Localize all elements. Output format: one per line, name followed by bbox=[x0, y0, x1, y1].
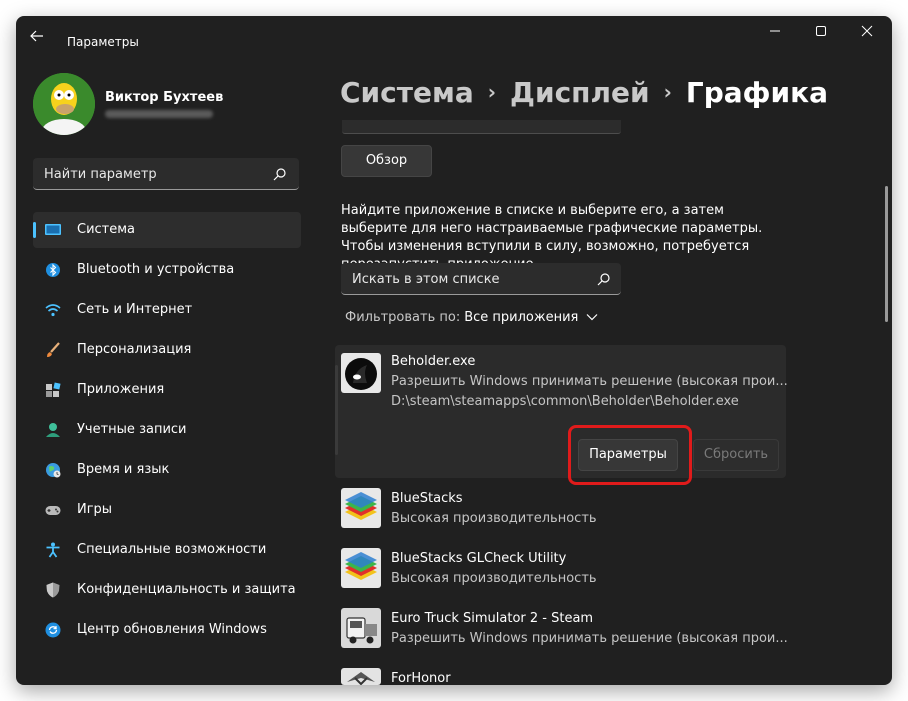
app-name: ForHonor bbox=[391, 671, 451, 685]
filter-label: Фильтровать по: bbox=[345, 310, 461, 325]
settings-search-input[interactable]: Найти параметр bbox=[33, 158, 299, 190]
search-icon[interactable] bbox=[597, 271, 611, 286]
app-list-search-placeholder: Искать в этом списке bbox=[352, 272, 500, 287]
reset-button: Сбросить bbox=[693, 439, 779, 471]
app-name: Euro Truck Simulator 2 - Steam bbox=[391, 611, 594, 626]
sidebar-item-windows-update[interactable]: Центр обновления Windows bbox=[33, 612, 301, 648]
app-preference: Разрешить Windows принимать решение (выс… bbox=[391, 631, 788, 646]
bluetooth-icon bbox=[45, 262, 61, 278]
apps-icon bbox=[45, 382, 61, 398]
browse-button[interactable]: Обзор bbox=[341, 145, 432, 177]
sidebar-item-label: Персонализация bbox=[77, 342, 192, 357]
sidebar-item-accounts[interactable]: Учетные записи bbox=[33, 412, 301, 448]
sidebar-item-label: Учетные записи bbox=[77, 422, 187, 437]
app-name: BlueStacks GLCheck Utility bbox=[391, 551, 567, 566]
globe-icon bbox=[45, 462, 61, 478]
breadcrumb-display[interactable]: Дисплей bbox=[510, 76, 650, 109]
avatar[interactable] bbox=[33, 73, 95, 135]
maximize-button[interactable] bbox=[806, 24, 836, 44]
filter-value[interactable]: Все приложения bbox=[464, 310, 578, 325]
sidebar-item-network[interactable]: Сеть и Интернет bbox=[33, 292, 301, 328]
main-scrollbar[interactable] bbox=[885, 186, 888, 322]
app-list-search-input[interactable]: Искать в этом списке bbox=[341, 263, 621, 295]
gamepad-icon bbox=[45, 502, 61, 518]
title-bar: Параметры bbox=[16, 16, 892, 52]
sidebar-item-label: Сеть и Интернет bbox=[77, 302, 193, 317]
euro-truck-app-icon bbox=[341, 608, 381, 648]
sidebar-item-label: Игры bbox=[77, 502, 113, 517]
sidebar-item-personalization[interactable]: Персонализация bbox=[33, 332, 301, 368]
minimize-button[interactable] bbox=[760, 24, 790, 44]
active-indicator bbox=[33, 222, 36, 238]
settings-search-placeholder: Найти параметр bbox=[44, 167, 157, 182]
user-email-redacted bbox=[105, 110, 213, 118]
back-arrow-icon[interactable] bbox=[30, 30, 50, 44]
app-preference: Разрешить Windows принимать решение (выс… bbox=[391, 374, 788, 389]
app-name: BlueStacks bbox=[391, 491, 463, 506]
forhonor-app-icon bbox=[341, 668, 381, 685]
bluestacks-app-icon bbox=[341, 488, 381, 528]
filter-dropdown[interactable]: Фильтровать по: Все приложения bbox=[345, 310, 598, 325]
chevron-down-icon[interactable] bbox=[586, 310, 598, 321]
sidebar-item-label: Центр обновления Windows bbox=[77, 622, 267, 637]
sidebar-item-label: Bluetooth и устройства bbox=[77, 262, 235, 277]
sidebar-item-apps[interactable]: Приложения bbox=[33, 372, 301, 408]
sidebar-item-gaming[interactable]: Игры bbox=[33, 492, 301, 528]
update-icon bbox=[45, 622, 61, 638]
settings-window: Параметры Виктор Бухтеев Найти параметр bbox=[16, 16, 892, 685]
breadcrumb-system[interactable]: Система bbox=[340, 76, 474, 109]
card-scroll-indicator bbox=[335, 365, 338, 455]
sidebar-item-bluetooth[interactable]: Bluetooth и устройства bbox=[33, 252, 301, 288]
accessibility-icon bbox=[45, 542, 61, 558]
app-path: D:\steam\steamapps\common\Beholder\Behol… bbox=[391, 394, 739, 409]
close-button[interactable] bbox=[852, 24, 882, 44]
brush-icon bbox=[45, 342, 61, 358]
display-icon bbox=[45, 222, 61, 238]
search-icon[interactable] bbox=[273, 166, 287, 181]
app-title: Параметры bbox=[67, 35, 139, 49]
wifi-icon bbox=[45, 302, 61, 318]
sidebar-item-privacy[interactable]: Конфиденциальность и защита bbox=[33, 572, 301, 608]
sidebar-item-label: Время и язык bbox=[77, 462, 170, 477]
app-type-dropdown[interactable] bbox=[342, 120, 621, 134]
sidebar-item-label: Приложения bbox=[77, 382, 165, 397]
beholder-app-icon bbox=[341, 353, 381, 393]
bluestacks-glcheck-app-icon bbox=[341, 548, 381, 588]
shield-icon bbox=[45, 582, 61, 598]
sidebar-item-label: Система bbox=[77, 222, 136, 237]
sidebar-item-accessibility[interactable]: Специальные возможности bbox=[33, 532, 301, 568]
breadcrumb: Система › Дисплей › Графика bbox=[340, 76, 828, 116]
app-preference: Высокая производительность bbox=[391, 511, 597, 526]
person-icon bbox=[45, 422, 61, 438]
sidebar-item-system[interactable]: Система bbox=[33, 212, 301, 248]
sidebar-item-label: Конфиденциальность и защита bbox=[77, 582, 296, 597]
app-preference: Высокая производительность bbox=[391, 571, 597, 586]
page-title: Графика bbox=[685, 76, 828, 109]
sidebar-item-time-language[interactable]: Время и язык bbox=[33, 452, 301, 488]
breadcrumb-separator-1: › bbox=[487, 80, 497, 104]
user-name: Виктор Бухтеев bbox=[105, 90, 224, 105]
sidebar-item-label: Специальные возможности bbox=[77, 542, 267, 557]
highlight-annotation bbox=[568, 425, 692, 485]
app-name: Beholder.exe bbox=[391, 354, 476, 369]
breadcrumb-separator-2: › bbox=[663, 80, 672, 104]
